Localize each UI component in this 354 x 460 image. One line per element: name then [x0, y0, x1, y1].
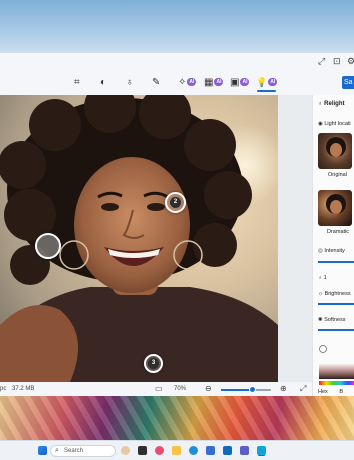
copilot-icon[interactable] — [155, 446, 164, 455]
bulb-icon: ♁ — [318, 275, 323, 281]
light-source-pin-3[interactable]: 3 — [144, 354, 163, 373]
preset-original-label: Original — [328, 172, 347, 178]
adjust-tool-button[interactable]: ◐ — [100, 75, 106, 89]
ai-badge: AI — [214, 78, 224, 86]
zoom-value[interactable]: 70% — [174, 386, 186, 392]
filter-tool-button[interactable]: ♁ — [126, 75, 134, 89]
save-button[interactable]: Sa — [342, 76, 354, 89]
status-bar: pc 37.2 MB ▭ 70% ⊖ ⊕ ⤢ — [0, 382, 312, 396]
softness-icon: ✺ — [318, 317, 323, 323]
crop-tool-button[interactable]: ⌗ — [74, 75, 80, 89]
zoom-in-icon[interactable]: ⊕ — [280, 384, 287, 393]
widgets-icon[interactable] — [121, 446, 130, 455]
preset-dramatic-label: Dramatic — [327, 229, 350, 235]
store-icon[interactable] — [206, 446, 215, 455]
ai-badge: AI — [268, 78, 278, 86]
search-icon: ⌕ — [55, 447, 59, 454]
color-picker-field[interactable] — [319, 363, 354, 379]
background-tool-button[interactable]: ▦ AI — [204, 75, 224, 89]
image-canvas: 1 2 3 — [0, 95, 312, 382]
softness-slider[interactable] — [318, 329, 354, 331]
desktop-wallpaper-bottom — [0, 396, 354, 440]
eye-icon: ◉ — [318, 121, 323, 127]
start-icon[interactable] — [38, 446, 47, 455]
intensity-row: ◎ Intensity — [318, 248, 345, 254]
brightness-row: ☼ Brightness — [318, 291, 351, 297]
color-reset-circle[interactable] — [319, 345, 327, 353]
preset-face — [330, 200, 342, 214]
photos-icon[interactable] — [257, 446, 266, 455]
intensity-slider[interactable] — [318, 261, 354, 263]
outlook-icon[interactable] — [223, 446, 232, 455]
intensity-icon: ◎ — [318, 248, 323, 254]
zoom-slider[interactable] — [221, 386, 271, 393]
light-source-pin-2[interactable]: 2 — [165, 192, 186, 213]
edge-icon[interactable] — [189, 446, 198, 455]
relight-panel: ♁ Relight ◉ Light locati Original Dramat… — [312, 95, 354, 396]
intensity-label: Intensity — [324, 248, 345, 254]
expand-icon[interactable]: ⤢ — [300, 384, 306, 394]
sun-icon: ☼ — [318, 291, 324, 297]
pen-icon: ✎ — [152, 76, 161, 88]
zoom-out-icon[interactable]: ⊖ — [205, 384, 212, 393]
photos-app-window: ⤢ ⊡ ⚙ ⌗ ◐ ♁ ✎ ✧ AI ▦ AI ▣ AI 💡 AI — [0, 52, 354, 396]
erase-icon: ✧ — [178, 76, 187, 88]
fit-window-icon[interactable]: ▭ — [155, 384, 163, 393]
settings-icon[interactable]: ⚙ — [347, 56, 354, 67]
markup-tool-button[interactable]: ✎ — [152, 75, 160, 89]
brightness-slider[interactable] — [318, 303, 354, 305]
hex-row: Hex B — [318, 389, 343, 395]
light-pin-label: 2 — [170, 197, 181, 208]
collapse-icon[interactable]: ⊡ — [333, 56, 341, 67]
fullscreen-icon[interactable]: ⤢ — [318, 56, 325, 67]
task-view-icon[interactable] — [138, 446, 147, 455]
relight-tool-button[interactable]: 💡 AI — [256, 75, 278, 92]
crop-icon: ⌗ — [74, 76, 80, 88]
relight-title: Relight — [324, 101, 345, 107]
teams-icon[interactable] — [240, 446, 249, 455]
taskbar-search[interactable]: ⌕ Search — [50, 445, 116, 457]
relight-header: ♁ Relight — [318, 101, 345, 107]
softness-label: Softness — [324, 317, 346, 323]
hex-value[interactable]: B — [339, 389, 343, 395]
background-icon: ▦ — [204, 76, 214, 88]
desktop-wallpaper-top — [0, 0, 354, 52]
edit-tools-bar: ⌗ ◐ ♁ ✎ ✧ AI ▦ AI ▣ AI 💡 AI Sa — [0, 71, 354, 95]
style-tool-button[interactable]: ▣ AI — [230, 75, 250, 89]
hue-slider[interactable] — [319, 381, 354, 385]
search-placeholder: Search — [64, 448, 84, 454]
file-size-text: 37.2 MB — [12, 386, 35, 392]
portrait-photo[interactable]: 1 2 3 — [0, 95, 278, 382]
dimensions-text: pc — [0, 386, 7, 392]
ai-badge: AI — [240, 78, 250, 86]
light-selector-value: 1 — [323, 275, 327, 281]
light-source-pin-1[interactable]: 1 — [35, 233, 61, 259]
lightbulb-icon: 💡 — [256, 76, 268, 87]
lightbulb-icon: ♁ — [318, 101, 323, 107]
hex-label: Hex — [318, 389, 328, 395]
ai-badge: AI — [187, 78, 197, 86]
preset-dramatic[interactable] — [318, 190, 352, 226]
erase-tool-button[interactable]: ✧ AI — [178, 75, 197, 89]
zoom-slider-thumb[interactable] — [248, 386, 256, 393]
light-pin-label: 3 — [148, 358, 159, 369]
adjust-icon: ◐ — [100, 76, 107, 88]
style-icon: ▣ — [230, 76, 240, 88]
preset-original[interactable] — [318, 133, 352, 169]
light-selector[interactable]: ♁ 1 — [318, 275, 327, 281]
softness-row: ✺ Softness — [318, 317, 346, 323]
light-location-header: ◉ Light locati — [318, 121, 351, 127]
light-location-label: Light locati — [324, 121, 351, 127]
filter-icon: ♁ — [126, 76, 134, 88]
zoom-slider-fill — [221, 389, 252, 391]
taskbar: ⌕ Search — [0, 440, 354, 460]
preset-face — [330, 143, 342, 157]
brightness-label: Brightness — [324, 291, 351, 297]
file-explorer-icon[interactable] — [172, 446, 181, 455]
title-bar: ⤢ ⊡ ⚙ — [0, 53, 354, 71]
